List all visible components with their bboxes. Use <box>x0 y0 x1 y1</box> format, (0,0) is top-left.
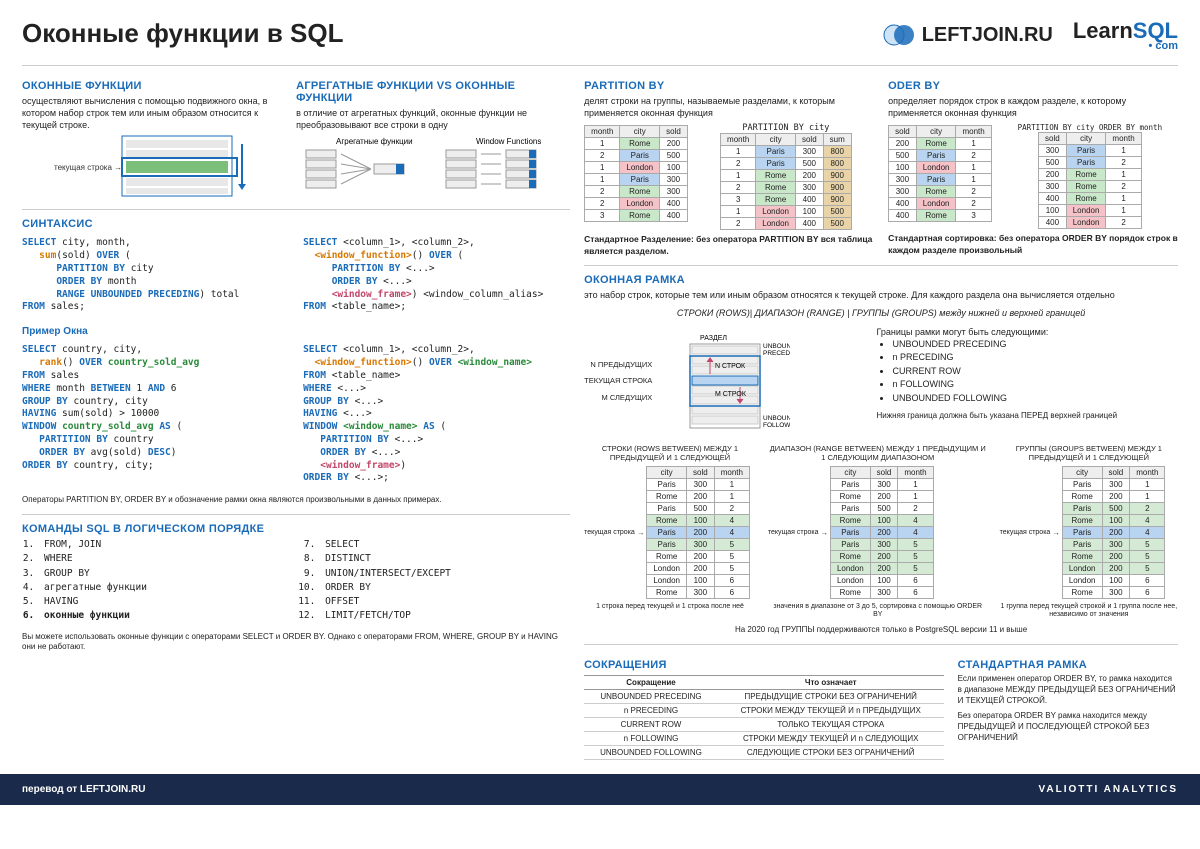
svg-text:N СТРОК: N СТРОК <box>715 363 746 370</box>
h-agg-vs-win: АГРЕГАТНЫЕ ФУНКЦИИ VS ОКОННЫЕ ФУНКЦИИ <box>296 80 570 104</box>
h-window-fn: ОКОННЫЕ ФУНКЦИИ <box>22 80 282 92</box>
h-abbr: СОКРАЩЕНИЯ <box>584 659 944 671</box>
h-orderby: ODER BY <box>888 80 1178 92</box>
abbr-table: СокращениеЧто означаетUNBOUNDED PRECEDIN… <box>584 675 944 760</box>
h-syntax: СИНТАКСИС <box>22 218 570 230</box>
learnsql-logo: LearnSQL • com <box>1073 18 1178 52</box>
h-partition: PARTITION BY <box>584 80 874 92</box>
p-frame: это набор строк, которые тем или иным об… <box>584 289 1178 301</box>
df-p1: Если применен оператор ORDER BY, то рамк… <box>958 674 1178 706</box>
svg-text:M СТРОК: M СТРОК <box>715 391 747 398</box>
svg-text:текущая строка →: текущая строка → <box>54 163 122 172</box>
tbl-partition-out: monthcitysoldsum1Paris3008002Paris500800… <box>720 133 852 230</box>
order-note: Стандартная сортировка: без оператора OR… <box>888 233 1178 256</box>
order-note: Вы можете использовать оконные функции с… <box>22 632 570 654</box>
bounds-list: UNBOUNDED PRECEDINGn PRECEDINGCURRENT RO… <box>876 338 1178 406</box>
order-list-2: SELECTDISTINCTUNION/INTERSECT/EXCEPTORDE… <box>303 538 570 624</box>
svg-text:UNBOUNDED: UNBOUNDED <box>763 343 790 350</box>
window-illustration: текущая строка → <box>22 131 282 201</box>
p-partition: делят строки на группы, называемые разде… <box>584 95 874 119</box>
leftjoin-logo: LEFTJOIN.RU <box>882 23 1053 47</box>
op-note: Операторы PARTITION BY, ORDER BY и обозн… <box>22 495 570 506</box>
p-window-fn: осуществляют вычисления с помощью подвиж… <box>22 95 282 131</box>
code-example-2: SELECT <column_1>, <column_2>, <window_f… <box>303 344 570 485</box>
tbl-partition-in: monthcitysold1Rome2002Paris5001London100… <box>584 125 688 222</box>
tbl-order-out: soldcitymonth300Paris1500Paris2200Rome13… <box>1038 132 1142 229</box>
bounds-heading: Границы рамки могут быть следующими: <box>876 326 1178 338</box>
code-example-1: SELECT country, city, rank() OVER countr… <box>22 344 289 472</box>
order-list-1: FROM, JOINWHEREGROUP BYагрегатные функци… <box>22 538 289 624</box>
pg-note: На 2020 год ГРУППЫ поддерживаются только… <box>584 625 1178 636</box>
df-p2: Без оператора ORDER BY рамка находится м… <box>958 711 1178 743</box>
partition-note: Стандартное Разделение: без оператора PA… <box>584 234 874 257</box>
svg-text:FOLLOWING: FOLLOWING <box>763 422 790 429</box>
svg-text:PRECEDING: PRECEDING <box>763 350 790 357</box>
p-agg-vs-win: в отличие от агрегатных функций, оконные… <box>296 107 570 131</box>
page-title: Оконные функции в SQL <box>22 18 343 49</box>
svg-text:UNBOUNDED: UNBOUNDED <box>763 415 790 422</box>
code-syntax-1: SELECT city, month, sum(sold) OVER ( PAR… <box>22 237 289 314</box>
h-frame: ОКОННАЯ РАМКА <box>584 274 1178 286</box>
svg-text:Агрегатные функции: Агрегатные функции <box>336 137 413 146</box>
frame-types: СТРОКИ (ROWS)| ДИАПАЗОН (RANGE) | ГРУППЫ… <box>584 307 1178 319</box>
h-example: Пример Окна <box>22 326 570 337</box>
bounds-note: Нижняя граница должна быть указана ПЕРЕД… <box>876 411 1178 422</box>
agg-vs-win-illustration: Агрегатные функции Window Functions <box>296 131 570 201</box>
h-logical-order: КОМАНДЫ SQL В ЛОГИЧЕСКОМ ПОРЯДКЕ <box>22 523 570 535</box>
logos: LEFTJOIN.RU LearnSQL • com <box>882 18 1178 52</box>
frame-diagram: N ПРЕДЫДУЩИХ ТЕКУЩАЯ СТРОКА M СЛЕДУЩИХ Р… <box>584 332 862 432</box>
footer: перевод от LEFTJOIN.RU VALIOTTI ANALYTIC… <box>0 774 1200 805</box>
p-orderby: определяет порядок строк в каждом раздел… <box>888 95 1178 119</box>
svg-text:Window Functions: Window Functions <box>476 137 541 146</box>
code-syntax-2: SELECT <column_1>, <column_2>, <window_f… <box>303 237 570 314</box>
tbl-order-in: soldcitymonth200Rome1500Paris2100London1… <box>888 125 992 222</box>
svg-text:РАЗДЕЛ: РАЗДЕЛ <box>700 335 727 342</box>
mini-tables: СТРОКИ (ROWS BETWEEN) МЕЖДУ 1 ПРЕДЫДУЩЕЙ… <box>584 444 1178 620</box>
h-default-frame: СТАНДАРТНАЯ РАМКА <box>958 659 1178 671</box>
venn-icon <box>882 23 916 47</box>
